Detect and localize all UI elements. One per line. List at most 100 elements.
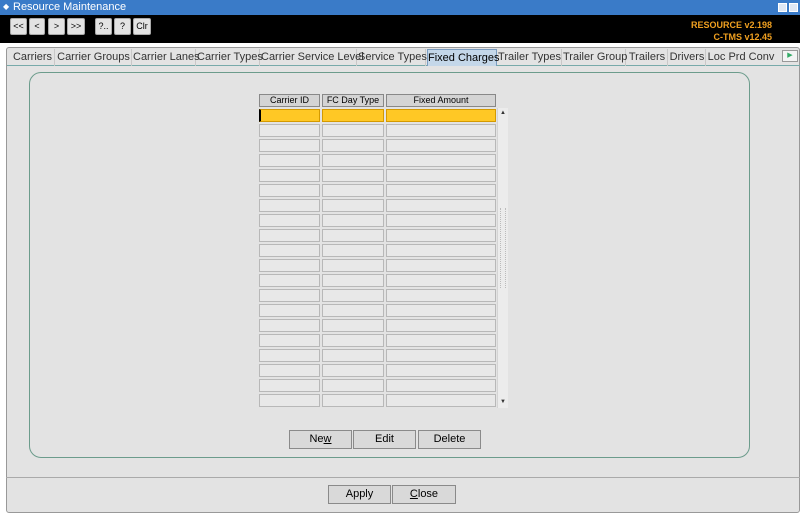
cell-fc-day-type[interactable] [322,154,384,167]
cell-carrier-id[interactable] [259,214,320,227]
scroll-up-icon[interactable]: ▲ [498,108,508,118]
close-label-post: lose [417,488,439,500]
scroll-down-icon[interactable]: ▼ [498,397,508,407]
cell-fc-day-type[interactable] [322,139,384,152]
tab-scroll-right-icon[interactable]: ▶ [782,50,798,62]
next-record-button[interactable]: > [48,18,65,35]
cell-fixed-amount[interactable] [386,304,496,317]
tab-trailer-types[interactable]: Trailer Types [498,49,562,66]
apply-button[interactable]: Apply [328,485,391,504]
tab-carrier-service-level[interactable]: Carrier Service Level [261,49,364,66]
clear-button[interactable]: Clr [133,18,151,35]
tab-trailers[interactable]: Trailers [627,49,668,66]
cell-fc-day-type[interactable] [322,319,384,332]
cell-fc-day-type[interactable] [322,124,384,137]
cell-carrier-id[interactable] [259,319,320,332]
cell-carrier-id[interactable] [259,364,320,377]
cell-fixed-amount[interactable] [386,364,496,377]
first-record-button[interactable]: << [10,18,27,35]
tab-carrier-lanes[interactable]: Carrier Lanes [133,49,200,66]
cell-carrier-id[interactable] [259,259,320,272]
footer-divider [6,477,800,478]
last-record-button[interactable]: >> [67,18,85,35]
tab-loc-prd-conv[interactable]: Loc Prd Conv [707,49,775,66]
cell-fc-day-type[interactable] [322,379,384,392]
cell-fixed-amount[interactable] [386,334,496,347]
grid-scrollbar[interactable]: ▲ ▼ [497,108,508,408]
edit-button[interactable]: Edit [353,430,416,449]
tab-carrier-groups[interactable]: Carrier Groups [56,49,132,66]
delete-button[interactable]: Delete [418,430,481,449]
cell-carrier-id[interactable] [259,154,320,167]
cell-carrier-id[interactable] [259,304,320,317]
cell-fixed-amount[interactable] [386,379,496,392]
cell-fc-day-type[interactable] [322,259,384,272]
cell-fixed-amount[interactable] [386,214,496,227]
minimize-icon[interactable] [778,3,787,12]
tab-carrier-types[interactable]: Carrier Types [197,49,263,66]
cell-fixed-amount[interactable] [386,289,496,302]
previous-record-button[interactable]: < [29,18,45,35]
cell-carrier-id[interactable] [259,334,320,347]
cell-fc-day-type[interactable] [322,289,384,302]
cell-fc-day-type[interactable] [322,274,384,287]
cell-fixed-amount[interactable] [386,169,496,182]
cell-carrier-id[interactable] [259,349,320,362]
cell-fixed-amount[interactable] [386,229,496,242]
cell-fc-day-type[interactable] [322,304,384,317]
cell-carrier-id[interactable] [259,379,320,392]
tab-fixed-charges[interactable]: Fixed Charges [427,49,500,66]
cell-carrier-id[interactable] [259,394,320,407]
cell-fc-day-type[interactable] [322,199,384,212]
new-button[interactable]: New [289,430,352,449]
cell-fc-day-type[interactable] [322,169,384,182]
cell-fc-day-type[interactable] [322,184,384,197]
tab-trailer-group[interactable]: Trailer Group [563,49,627,66]
cell-carrier-id[interactable] [259,274,320,287]
version-resource: RESOURCE v2.198 [690,20,772,30]
cell-carrier-id[interactable] [259,184,320,197]
tab-drivers[interactable]: Drivers [669,49,706,66]
cell-carrier-id[interactable] [259,124,320,137]
cell-carrier-id[interactable] [259,244,320,257]
cell-carrier-id[interactable] [259,139,320,152]
column-header-fc-day-type: FC Day Type [322,94,384,107]
cell-fixed-amount[interactable] [386,259,496,272]
cell-fc-day-type[interactable] [322,334,384,347]
tab-carriers[interactable]: Carriers [11,49,55,66]
cell-carrier-id[interactable] [259,229,320,242]
cell-fixed-amount[interactable] [386,319,496,332]
new-label-mnemonic: w [323,433,332,445]
cell-fixed-amount[interactable] [386,394,496,407]
enter-query-button[interactable]: ?.. [95,18,112,35]
cell-fc-day-type[interactable] [322,229,384,242]
cell-carrier-id[interactable] [259,199,320,212]
cell-carrier-id[interactable] [259,109,320,122]
cell-fixed-amount[interactable] [386,184,496,197]
cell-fixed-amount[interactable] [386,274,496,287]
cell-fixed-amount[interactable] [386,139,496,152]
column-header-carrier-id: Carrier ID [259,94,320,107]
cell-fixed-amount[interactable] [386,199,496,212]
maximize-icon[interactable] [789,3,798,12]
cell-fc-day-type[interactable] [322,394,384,407]
cell-fixed-amount[interactable] [386,109,496,122]
cell-fc-day-type[interactable] [322,109,384,122]
cell-fc-day-type[interactable] [322,349,384,362]
cell-fc-day-type[interactable] [322,364,384,377]
cell-fc-day-type[interactable] [322,214,384,227]
window-title: Resource Maintenance [13,1,127,13]
cell-carrier-id[interactable] [259,289,320,302]
cell-fc-day-type[interactable] [322,244,384,257]
execute-query-button[interactable]: ? [114,18,131,35]
cell-fixed-amount[interactable] [386,124,496,137]
cell-fixed-amount[interactable] [386,349,496,362]
cell-fixed-amount[interactable] [386,244,496,257]
tab-service-types[interactable]: Service Types [358,49,427,66]
close-button[interactable]: Close [392,485,456,504]
cell-fixed-amount[interactable] [386,154,496,167]
scroll-thumb[interactable] [500,208,506,288]
close-label-mnemonic: C [409,488,418,500]
window-titlebar: ◆ Resource Maintenance [0,0,800,15]
cell-carrier-id[interactable] [259,169,320,182]
